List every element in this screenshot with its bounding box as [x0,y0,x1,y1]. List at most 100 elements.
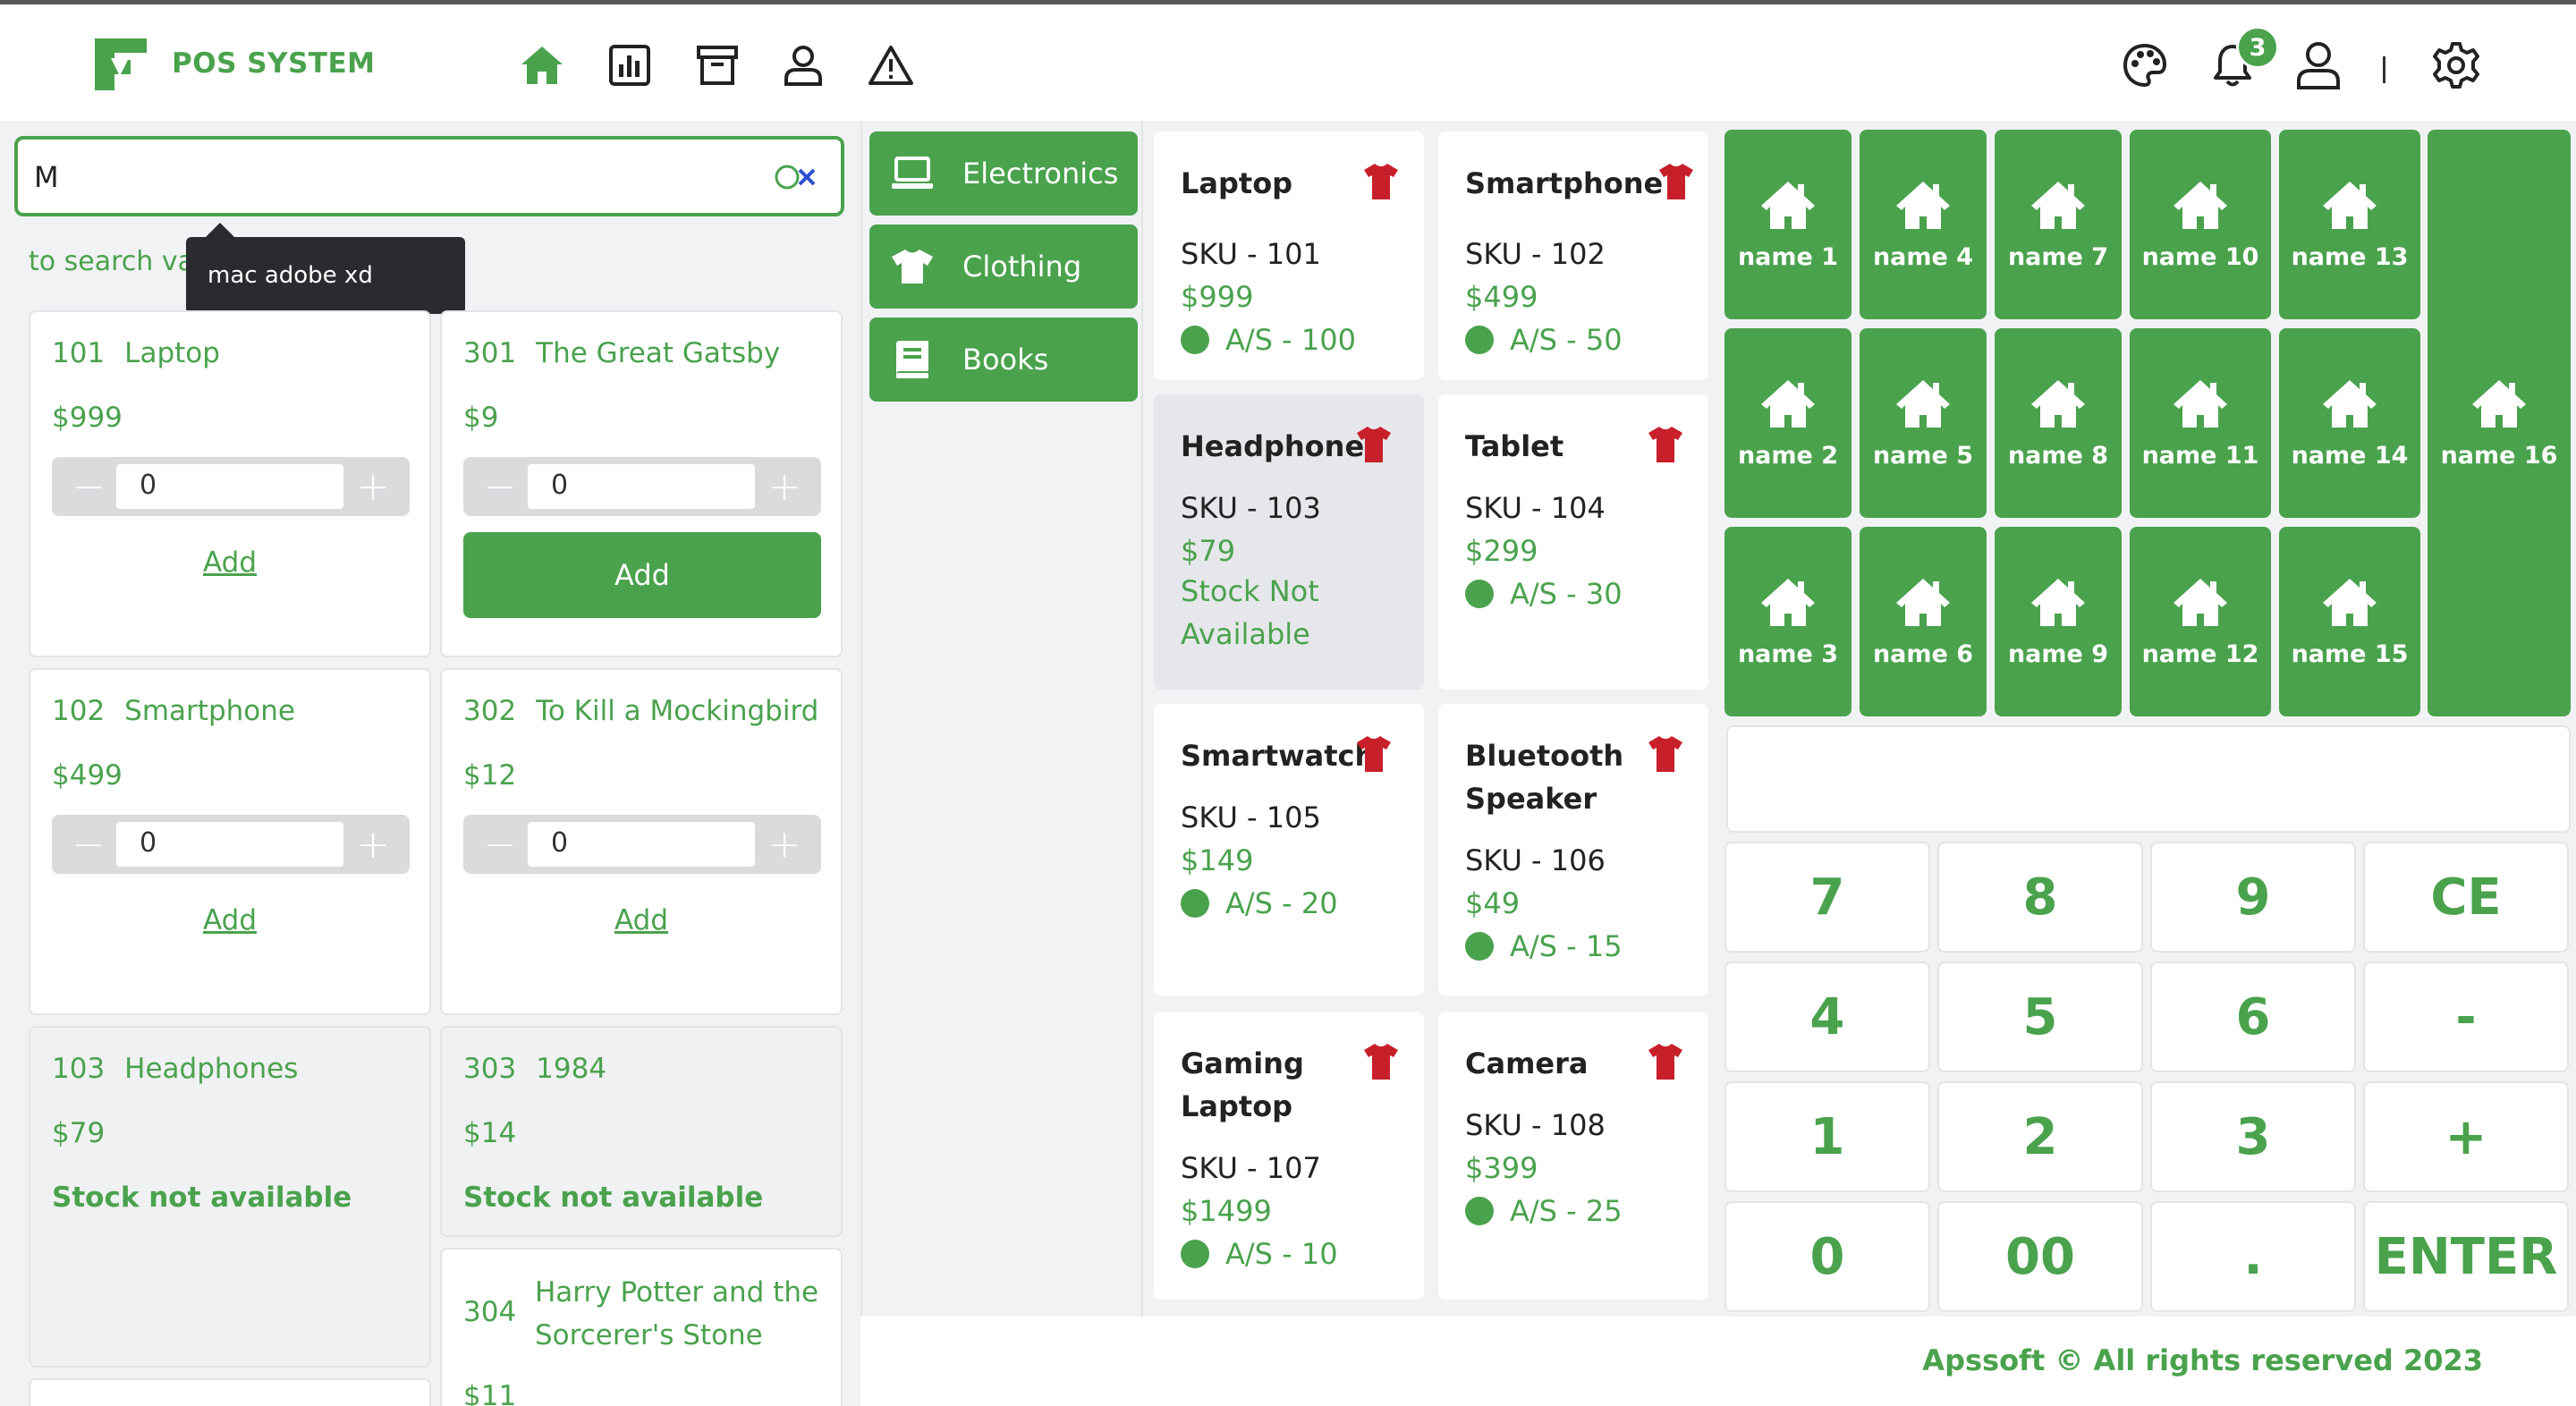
product-name: Tablet [1465,429,1564,463]
house-icon [1896,379,1950,428]
product-card[interactable]: Laptop SKU - 101 $999 A/S - 100 [1154,131,1424,380]
key-minus[interactable]: - [2363,961,2569,1072]
decrement-button[interactable]: − [478,820,522,868]
quantity-input[interactable]: 0 [116,464,343,509]
house-icon [1896,578,1950,626]
product-card[interactable]: Smartphone SKU - 102 $499 A/S - 50 [1438,131,1708,380]
product-sku: SKU - 108 [1465,1108,1606,1142]
category-clothing[interactable]: Clothing [869,224,1138,309]
product-grid: Laptop SKU - 101 $999 A/S - 100 Smartpho… [1145,121,1717,1317]
product-card[interactable]: Bluetooth Speaker SKU - 106 $49 A/S - 15 [1438,704,1708,995]
quick-tile[interactable]: name 6 [1860,527,1987,716]
gear-icon[interactable] [2431,40,2481,90]
quick-tile[interactable]: name 8 [1995,328,2122,518]
account-icon[interactable] [2293,40,2343,90]
key-00[interactable]: 00 [1937,1201,2143,1312]
warning-icon[interactable] [866,40,916,90]
decrement-button[interactable]: − [478,462,522,511]
user-icon[interactable] [778,40,828,90]
quantity-input[interactable]: 0 [116,822,343,867]
available-dot-icon [1465,326,1494,354]
decrement-button[interactable]: − [66,462,111,511]
key-9[interactable]: 9 [2150,842,2356,953]
quick-tile[interactable]: name 16 [2428,130,2571,716]
add-link[interactable]: Add [442,904,841,936]
product-card[interactable]: Gaming Laptop SKU - 107 $1499 A/S - 10 [1154,1012,1424,1300]
logo-icon [95,38,147,90]
house-icon [2472,379,2526,428]
quick-tile[interactable]: name 13 [2279,130,2420,319]
product-name: Smartphone [124,695,295,727]
add-button[interactable]: Add [463,532,821,618]
house-icon [1896,181,1950,229]
category-electronics[interactable]: Electronics [869,131,1138,216]
key-5[interactable]: 5 [1937,961,2143,1072]
quick-tile[interactable]: name 15 [2279,527,2420,716]
availability: A/S - 10 [1181,1237,1338,1271]
key-decimal[interactable]: . [2150,1201,2356,1312]
available-dot-icon [1181,889,1209,918]
shirt-icon [1648,736,1682,772]
product-sku: SKU - 105 [1181,800,1321,834]
book-icon [891,338,934,381]
palette-icon[interactable] [2120,40,2170,90]
product-price: $49 [1465,886,1521,920]
quick-tile[interactable]: name 2 [1724,328,1852,518]
house-icon [2323,181,2377,229]
product-name: Laptop [124,337,220,369]
product-card[interactable]: Headphones SKU - 103 $79 Stock Not Availa… [1154,394,1424,690]
key-clear-entry[interactable]: CE [2363,842,2569,953]
search-hint: to search va [29,246,194,277]
product-card[interactable]: Smartwatch SKU - 105 $149 A/S - 20 [1154,704,1424,995]
quick-tile[interactable]: name 4 [1860,130,1987,319]
quick-tile[interactable]: name 3 [1724,527,1852,716]
quick-tile[interactable]: name 12 [2130,527,2271,716]
key-4[interactable]: 4 [1724,961,1930,1072]
product-price: $1499 [1181,1194,1272,1228]
product-card[interactable]: Camera SKU - 108 $399 A/S - 25 [1438,1012,1708,1300]
key-7[interactable]: 7 [1724,842,1930,953]
key-8[interactable]: 8 [1937,842,2143,953]
product-id: 301 [463,337,517,369]
quick-tile[interactable]: name 9 [1995,527,2122,716]
increment-button[interactable]: + [351,462,395,511]
home-icon[interactable] [517,40,567,90]
brand-title: POS SYSTEM [172,47,376,80]
product-name: Laptop [1181,166,1293,200]
result-card: 304 Harry Potter and the Sorcerer's Ston… [440,1248,843,1406]
search-input[interactable] [34,156,750,199]
chart-icon[interactable] [605,40,655,90]
key-3[interactable]: 3 [2150,1081,2356,1192]
availability: A/S - 25 [1465,1194,1623,1228]
quick-tile[interactable]: name 11 [2130,328,2271,518]
quantity-input[interactable]: 0 [528,822,755,867]
availability: A/S - 100 [1181,323,1356,357]
product-sku: SKU - 101 [1181,237,1321,271]
key-6[interactable]: 6 [2150,961,2356,1072]
quick-tile[interactable]: name 5 [1860,328,1987,518]
quantity-input[interactable]: 0 [528,464,755,509]
decrement-button[interactable]: − [66,820,111,868]
key-2[interactable]: 2 [1937,1081,2143,1192]
key-enter[interactable]: ENTER [2363,1201,2569,1312]
key-1[interactable]: 1 [1724,1081,1930,1192]
increment-button[interactable]: + [351,820,395,868]
product-id: 103 [52,1053,106,1085]
category-books[interactable]: Books [869,318,1138,402]
key-0[interactable]: 0 [1724,1201,1930,1312]
category-label: Clothing [962,250,1082,284]
product-price: $999 [1181,280,1254,314]
quick-tile[interactable]: name 10 [2130,130,2271,319]
quick-tile[interactable]: name 7 [1995,130,2122,319]
add-link[interactable]: Add [30,546,429,579]
add-link[interactable]: Add [30,904,429,936]
quick-tile[interactable]: name 14 [2279,328,2420,518]
increment-button[interactable]: + [762,820,807,868]
clear-search-icon[interactable] [767,157,821,197]
product-card[interactable]: Tablet SKU - 104 $299 A/S - 30 [1438,394,1708,690]
key-plus[interactable]: + [2363,1081,2569,1192]
increment-button[interactable]: + [762,462,807,511]
quick-tile[interactable]: name 1 [1724,130,1852,319]
amount-display [1726,725,2571,833]
archive-icon[interactable] [692,40,742,90]
